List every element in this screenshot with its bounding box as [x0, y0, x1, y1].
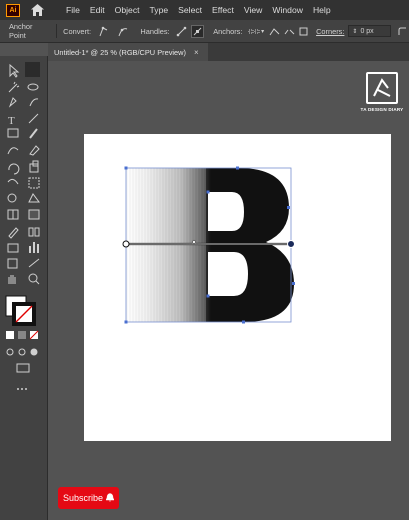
menu-bar: Ai File Edit Object Type Select Effect View Win… [0, 0, 409, 20]
corners-value: 0 px [360, 27, 374, 35]
line-tool[interactable] [27, 112, 40, 125]
gradient-midpoint[interactable] [191, 239, 197, 245]
menu-effect[interactable]: Effect [207, 5, 239, 15]
divider [56, 24, 58, 38]
app-logo: Ai [6, 3, 20, 17]
corner-type-icon[interactable] [396, 25, 409, 38]
bell-icon [105, 492, 115, 504]
slice-tool[interactable] [27, 256, 40, 269]
document-tab-title: Untitled-1* @ 25 % (RGB/CPU Preview) [54, 47, 186, 57]
menu-view[interactable]: View [239, 5, 267, 15]
menu-edit[interactable]: Edit [85, 5, 110, 15]
shape-builder-tool[interactable] [7, 192, 20, 205]
connect-anchors-icon[interactable] [268, 25, 281, 38]
document-tab-bar: Untitled-1* @ 25 % (RGB/CPU Preview) × [48, 43, 409, 61]
artboard-tool[interactable] [7, 256, 20, 269]
artwork[interactable] [84, 134, 391, 441]
tools-icons: T [5, 62, 40, 390]
show-handles-icon[interactable] [176, 25, 189, 38]
free-transform-tool[interactable] [27, 176, 40, 189]
watermark-text: TA DESIGN DIARY [360, 107, 404, 112]
selection-tool[interactable] [7, 64, 20, 77]
mesh-tool[interactable] [7, 208, 20, 221]
type-tool[interactable] [7, 112, 20, 125]
gradient-end-handle[interactable] [287, 240, 295, 248]
gradient-tool[interactable] [27, 208, 40, 221]
hide-handles-icon[interactable] [191, 24, 205, 38]
watermark-logo-icon [366, 72, 398, 104]
control-bar: Anchor Point Convert: Handles: Anchors: … [0, 20, 409, 43]
subscribe-button[interactable]: Subscribe [58, 487, 119, 509]
artboard[interactable] [84, 134, 391, 441]
rotate-tool[interactable] [7, 160, 20, 173]
close-icon[interactable]: × [194, 48, 199, 57]
chevron-down-icon[interactable]: ▾ [261, 28, 264, 35]
menu-window[interactable]: Window [267, 5, 308, 15]
home-icon[interactable] [29, 2, 45, 18]
convert-to-smooth-icon[interactable] [116, 25, 129, 38]
subscribe-label: Subscribe [62, 493, 104, 503]
cut-path-icon[interactable] [283, 25, 296, 38]
direct-selection-tool[interactable] [27, 64, 40, 77]
gradient-start-handle[interactable] [122, 240, 130, 248]
hand-tool[interactable] [7, 272, 20, 285]
symbol-sprayer-tool[interactable] [7, 240, 20, 253]
shaper-tool[interactable] [7, 144, 20, 157]
menu-type[interactable]: Type [145, 5, 174, 15]
blend-tool[interactable] [27, 224, 40, 237]
warp-tool[interactable] [7, 176, 20, 189]
pen-tool[interactable] [7, 96, 20, 109]
handles-label: Handles: [140, 26, 170, 36]
chevron-up-down-icon[interactable]: ⇕ [352, 28, 357, 35]
convert-to-corner-icon[interactable] [97, 25, 110, 38]
letter-b-shape[interactable] [126, 168, 296, 324]
paintbrush-tool[interactable] [27, 128, 40, 141]
zoom-tool[interactable] [27, 272, 40, 285]
anchor-point-label: Anchor Point [9, 22, 33, 40]
eyedropper-tool[interactable] [7, 224, 20, 237]
document-tab[interactable]: Untitled-1* @ 25 % (RGB/CPU Preview) × [48, 43, 208, 61]
lasso-tool[interactable] [27, 80, 40, 93]
curvature-tool[interactable] [27, 96, 40, 109]
magic-wand-tool[interactable] [7, 80, 20, 93]
corners-label[interactable]: Corners: [316, 27, 344, 36]
convert-label: Convert: [63, 26, 92, 36]
perspective-grid-tool[interactable] [27, 192, 40, 205]
anchors-label: Anchors: [213, 26, 243, 36]
corners-input[interactable]: ⇕ 0 px [348, 25, 392, 37]
menu-object[interactable]: Object [110, 5, 145, 15]
watermark-logo: TA DESIGN DIARY [360, 72, 404, 112]
menu-select[interactable]: Select [173, 5, 207, 15]
isolate-icon[interactable] [297, 25, 310, 38]
eraser-tool[interactable] [27, 144, 40, 157]
scale-tool[interactable] [27, 160, 40, 173]
menu-help[interactable]: Help [308, 5, 336, 15]
remove-anchors-icon[interactable] [247, 25, 260, 38]
column-graph-tool[interactable] [27, 240, 40, 253]
rectangle-tool[interactable] [7, 128, 20, 141]
menu-file[interactable]: File [61, 5, 85, 15]
tools-panel: T [0, 56, 48, 520]
